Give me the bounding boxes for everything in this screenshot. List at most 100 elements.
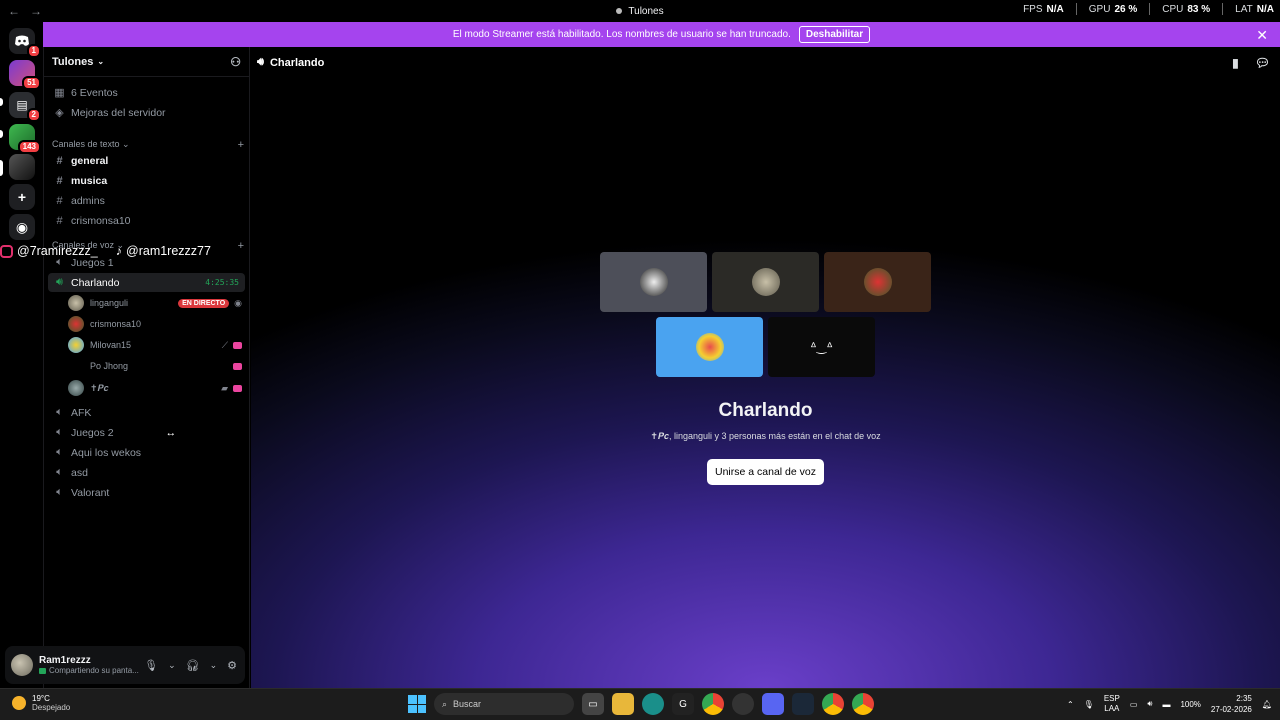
speaker-icon: 🔈︎ — [56, 466, 63, 478]
voice-channel-valorant[interactable]: 🔈︎ Valorant — [48, 483, 245, 502]
add-channel-icon[interactable]: + — [238, 139, 244, 151]
explore-icon[interactable]: ◉ — [9, 214, 35, 240]
gear-icon[interactable]: ⚙ — [227, 659, 237, 672]
avatar — [68, 380, 84, 396]
server-icon[interactable]: 51 — [9, 60, 41, 90]
voice-channel-charlando[interactable]: 🔊︎ Charlando 4:25:35 — [48, 273, 245, 292]
steam-icon[interactable] — [792, 693, 814, 715]
battery-icon[interactable]: ▬ — [1162, 700, 1170, 709]
voice-user[interactable]: ✝𝑷𝒄 ▰ — [68, 378, 246, 398]
file-explorer-icon[interactable] — [612, 693, 634, 715]
chevron-down-icon[interactable]: ⌄ — [210, 660, 218, 671]
voice-user[interactable]: linganguli EN DIRECTO ◉ — [68, 293, 246, 313]
participant-tile[interactable] — [712, 252, 819, 312]
microphone-icon[interactable]: 🎙︎ — [1084, 700, 1094, 709]
notification-badge: 51 — [22, 76, 41, 90]
performance-stats: FPS N/A GPU 26 % CPU 83 % LAT N/A — [1023, 3, 1274, 15]
calendar-icon: ▦ — [54, 87, 65, 99]
server-header[interactable]: Tulones ⌄ ⚇ — [44, 47, 249, 77]
channel-name: Charlando — [269, 56, 325, 69]
avatar[interactable] — [11, 654, 33, 676]
voice-user[interactable]: crismonsa10 — [68, 314, 246, 334]
server-rail: 1 51 ▤ 2 143 + ◉ — [0, 22, 43, 688]
windows-start-icon[interactable] — [408, 695, 426, 713]
stat-lat: LAT N/A — [1235, 3, 1274, 15]
user-panel: Ram1rezzz Compartiendo su panta... 🎙︎ ⌄ … — [5, 646, 245, 684]
participant-tile[interactable] — [824, 252, 931, 312]
hash-icon: # — [56, 154, 63, 167]
voice-channel-asd[interactable]: 🔈︎ asd — [48, 463, 245, 482]
voice-channel-juegos2[interactable]: 🔈︎ Juegos 2 ↔ — [48, 423, 245, 442]
participant-tile[interactable]: ᐞ‿ᐞ — [768, 317, 875, 377]
language-indicator[interactable]: ESP LAA — [1104, 694, 1120, 714]
voice-channel-subtitle: ✝𝑷𝒄, linganguli y 3 personas más están e… — [650, 431, 881, 441]
clock[interactable]: 2:35 27-02-2026 — [1211, 693, 1252, 715]
chrome-icon[interactable] — [702, 693, 724, 715]
network-icon[interactable]: ▭ — [1130, 700, 1138, 709]
participant-tile[interactable] — [600, 252, 707, 312]
instagram-icon — [0, 244, 13, 258]
events-item[interactable]: ▦ 6 Eventos — [48, 83, 245, 102]
microphone-icon[interactable]: 🎙︎ — [144, 659, 158, 672]
notification-icon[interactable]: 🔔︎ — [1262, 700, 1272, 709]
channel-sidebar: Tulones ⌄ ⚇ ▦ 6 Eventos ◈ Mejoras del servi… — [43, 47, 250, 688]
participant-tile[interactable] — [656, 317, 763, 377]
app-icon[interactable] — [732, 693, 754, 715]
deafened-icon: ⟋ — [221, 339, 228, 350]
close-icon[interactable]: ✕ — [1256, 27, 1268, 44]
app-icon[interactable]: G — [672, 693, 694, 715]
server-icon[interactable]: 143 — [9, 124, 41, 154]
voice-user[interactable]: Po Jhong — [68, 356, 246, 376]
hash-icon: # — [56, 174, 63, 187]
task-view-icon[interactable]: ▭ — [582, 693, 604, 715]
edge-icon[interactable] — [642, 693, 664, 715]
speaker-icon: 🔊︎ — [257, 56, 264, 68]
server-name: Tulones — [52, 55, 94, 68]
server-icon-tulones[interactable] — [9, 154, 35, 180]
chevron-up-icon[interactable]: ⌃ — [1067, 700, 1074, 709]
headphones-icon[interactable]: 🎧︎ — [186, 659, 200, 672]
taskbar-search[interactable]: ⌕ Buscar — [434, 693, 574, 715]
disable-streamer-button[interactable]: Deshabilitar — [798, 26, 871, 43]
channel-general[interactable]: # general — [48, 151, 245, 170]
add-server-icon[interactable]: + — [9, 184, 35, 210]
search-icon: ⌕ — [442, 698, 448, 709]
text-category[interactable]: Canales de texto ⌄ + — [52, 139, 244, 151]
chat-icon[interactable]: 💬︎ — [1255, 56, 1270, 70]
streamer-mode-banner: El modo Streamer está habilitado. Los no… — [43, 22, 1280, 47]
voice-channel-afk[interactable]: 🔈︎ AFK — [48, 403, 245, 422]
join-voice-button[interactable]: Unirse a canal de voz — [707, 459, 824, 485]
activity-icon — [233, 341, 242, 349]
bookmark-icon[interactable]: ▮ — [1232, 56, 1239, 70]
chrome-icon[interactable] — [822, 693, 844, 715]
voice-channel-aqui[interactable]: 🔈︎ Aqui los wekos — [48, 443, 245, 462]
server-icon[interactable]: ▤ 2 — [9, 92, 41, 122]
avatar — [695, 333, 724, 361]
speaker-icon: 🔈︎ — [56, 446, 63, 458]
chrome-icon[interactable] — [852, 693, 874, 715]
discord-home-icon[interactable]: 1 — [9, 28, 41, 58]
activity-icon — [233, 362, 242, 370]
voice-user[interactable]: Milovan15 ⟋ — [68, 335, 246, 355]
add-member-icon[interactable]: ⚇ — [230, 55, 241, 69]
notification-badge: 143 — [17, 140, 41, 154]
user-status: Compartiendo su panta... — [49, 666, 139, 675]
boost-icon: ◈ — [55, 107, 64, 119]
discord-icon[interactable] — [762, 693, 784, 715]
eye-icon: ◉ — [234, 297, 242, 308]
avatar — [863, 268, 892, 296]
windows-taskbar: 19°C Despejado ⌕ Buscar ▭ G ⌃ 🎙︎ ESP LAA ▭ … — [0, 688, 1280, 720]
live-badge: EN DIRECTO — [178, 298, 230, 308]
channel-crismonsa10[interactable]: # crismonsa10 — [48, 211, 245, 230]
add-channel-icon[interactable]: + — [238, 240, 244, 252]
video-icon: ▰ — [221, 382, 228, 393]
banner-text: El modo Streamer está habilitado. Los no… — [452, 29, 791, 40]
volume-icon[interactable]: 🔊︎ — [1147, 699, 1152, 709]
boosts-item[interactable]: ◈ Mejoras del servidor — [48, 103, 245, 122]
stat-gpu: GPU 26 % — [1088, 3, 1138, 15]
weather-widget[interactable]: 19°C Despejado — [12, 694, 70, 712]
stat-fps: FPS N/A — [1023, 3, 1064, 15]
channel-admins[interactable]: # admins — [48, 191, 245, 210]
channel-musica[interactable]: # musica — [48, 171, 245, 190]
chevron-down-icon[interactable]: ⌄ — [168, 660, 176, 671]
